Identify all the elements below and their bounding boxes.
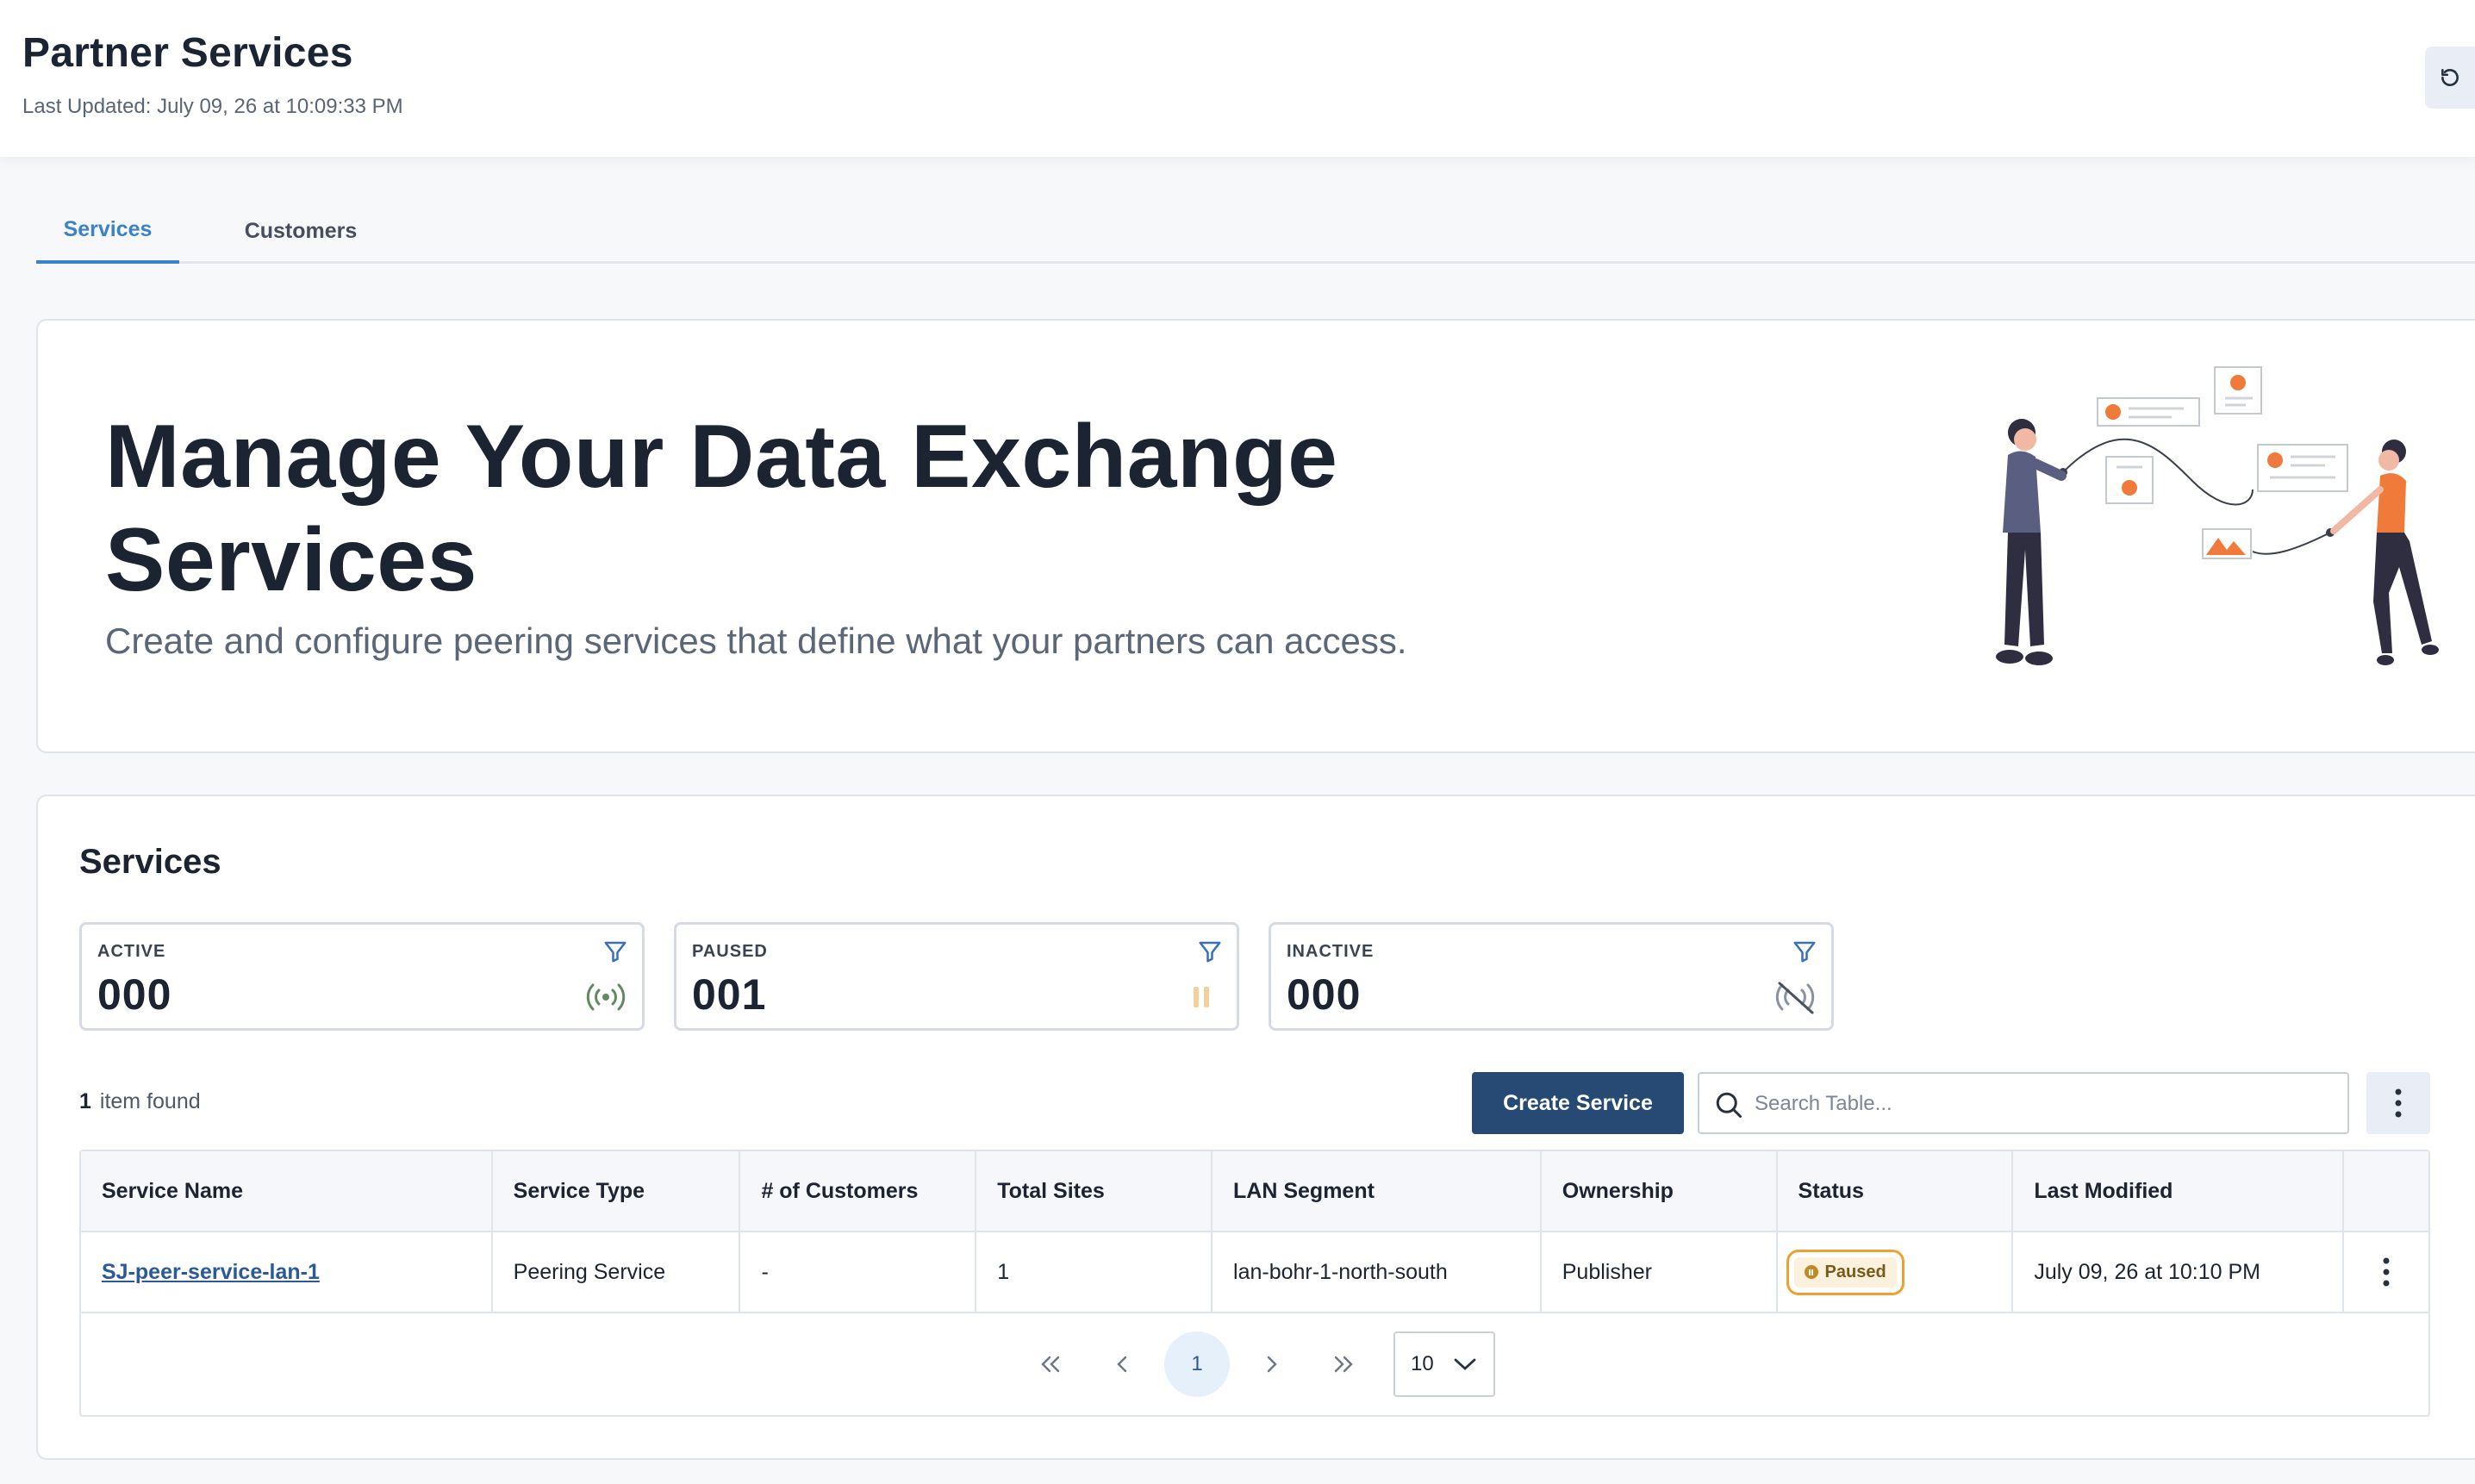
pause-icon xyxy=(1804,1265,1818,1279)
filter-icon[interactable] xyxy=(1792,938,1817,964)
refresh-button[interactable] xyxy=(2425,47,2475,109)
hero-banner: Manage Your Data Exchange Services Creat… xyxy=(36,319,2475,753)
kebab-menu-icon xyxy=(2395,1088,2402,1118)
service-name-cell: SJ-peer-service-lan-1 xyxy=(81,1232,493,1312)
customers-cell: - xyxy=(740,1232,977,1312)
stat-label: PAUSED xyxy=(692,942,768,961)
service-name-link[interactable]: SJ-peer-service-lan-1 xyxy=(102,1260,320,1285)
page-header: Partner Services Last Updated: July 09, … xyxy=(0,0,2475,157)
column-header[interactable]: LAN Segment xyxy=(1213,1151,1542,1231)
pause-icon xyxy=(1194,987,1209,1007)
row-actions-cell xyxy=(2344,1232,2428,1312)
stat-label: ACTIVE xyxy=(97,942,166,961)
stat-card-active[interactable]: ACTIVE 000 xyxy=(79,922,645,1031)
broadcast-icon xyxy=(586,983,626,1011)
service-type-cell: Peering Service xyxy=(493,1232,741,1312)
broadcast-off-icon xyxy=(1775,982,1815,1014)
last-modified-cell: July 09, 26 at 10:10 PM xyxy=(2013,1232,2345,1312)
search-input[interactable] xyxy=(1755,1082,2332,1125)
tab-bar: Services Customers xyxy=(36,198,2475,264)
double-chevron-right-icon xyxy=(1334,1356,1353,1373)
stat-card-paused[interactable]: PAUSED 001 xyxy=(674,922,1239,1031)
prev-page-button[interactable] xyxy=(1087,1331,1159,1397)
filter-icon[interactable] xyxy=(602,938,628,964)
page-size-value: 10 xyxy=(1411,1352,1434,1375)
status-label: Paused xyxy=(1824,1262,1886,1281)
kebab-menu-icon[interactable] xyxy=(2383,1257,2390,1287)
stat-label: INACTIVE xyxy=(1287,942,1375,961)
stat-value: 000 xyxy=(97,970,172,1019)
search-box xyxy=(1698,1072,2349,1134)
column-header[interactable]: Status xyxy=(1778,1151,2014,1231)
total-sites-cell: 1 xyxy=(976,1232,1213,1312)
page-number-current[interactable]: 1 xyxy=(1164,1331,1230,1397)
table-row: SJ-peer-service-lan-1 Peering Service - … xyxy=(81,1232,2428,1313)
column-header[interactable]: # of Customers xyxy=(740,1151,977,1231)
lan-segment-cell: lan-bohr-1-north-south xyxy=(1213,1232,1542,1312)
column-header[interactable]: Service Name xyxy=(81,1151,493,1231)
page-size-select[interactable]: 10 xyxy=(1393,1331,1495,1397)
last-page-button[interactable] xyxy=(1307,1331,1380,1397)
pagination: 1 10 xyxy=(81,1313,2428,1415)
last-updated-text: Last Updated: July 09, 26 at 10:09:33 PM xyxy=(22,95,403,118)
column-header[interactable]: Service Type xyxy=(493,1151,741,1231)
refresh-icon xyxy=(2441,69,2459,86)
first-page-button[interactable] xyxy=(1014,1331,1087,1397)
chevron-left-icon xyxy=(1117,1356,1127,1373)
table-header-row: Service Name Service Type # of Customers… xyxy=(81,1151,2428,1232)
column-header[interactable]: Last Modified xyxy=(2013,1151,2345,1231)
services-section-title: Services xyxy=(79,843,221,881)
stat-card-inactive[interactable]: INACTIVE 000 xyxy=(1269,922,1834,1031)
search-icon xyxy=(1716,1092,1742,1118)
table-options-button[interactable] xyxy=(2366,1072,2430,1134)
column-header[interactable]: Total Sites xyxy=(976,1151,1213,1231)
filter-icon[interactable] xyxy=(1197,938,1223,964)
ownership-cell: Publisher xyxy=(1542,1232,1778,1312)
column-header[interactable]: Ownership xyxy=(1542,1151,1778,1231)
actions-column-header xyxy=(2344,1151,2428,1231)
stat-value: 001 xyxy=(692,970,767,1019)
services-panel: Services ACTIVE 000 PAUSED 001 INACTIVE … xyxy=(36,795,2475,1460)
hero-subtitle: Create and configure peering services th… xyxy=(105,620,1407,661)
chevron-down-icon xyxy=(1454,1358,1476,1370)
hero-title: Manage Your Data Exchange Services xyxy=(105,407,1338,610)
status-highlight: Paused xyxy=(1786,1249,1905,1295)
tab-customers[interactable]: Customers xyxy=(205,198,396,264)
people-connecting-data-illustration xyxy=(1996,366,2439,665)
services-table: Service Name Service Type # of Customers… xyxy=(79,1150,2430,1417)
stat-value: 000 xyxy=(1287,970,1362,1019)
status-cell: Paused xyxy=(1778,1232,2014,1312)
status-badge: Paused xyxy=(1793,1256,1897,1288)
items-found-label: item found xyxy=(99,1089,201,1113)
items-count: 1 xyxy=(79,1089,91,1113)
chevron-right-icon xyxy=(1267,1356,1277,1373)
double-chevron-left-icon xyxy=(1041,1356,1060,1373)
next-page-button[interactable] xyxy=(1235,1331,1307,1397)
create-service-button[interactable]: Create Service xyxy=(1472,1072,1684,1134)
items-found-text: 1 item found xyxy=(79,1089,201,1114)
tab-services[interactable]: Services xyxy=(36,198,179,264)
page-title: Partner Services xyxy=(22,30,353,76)
